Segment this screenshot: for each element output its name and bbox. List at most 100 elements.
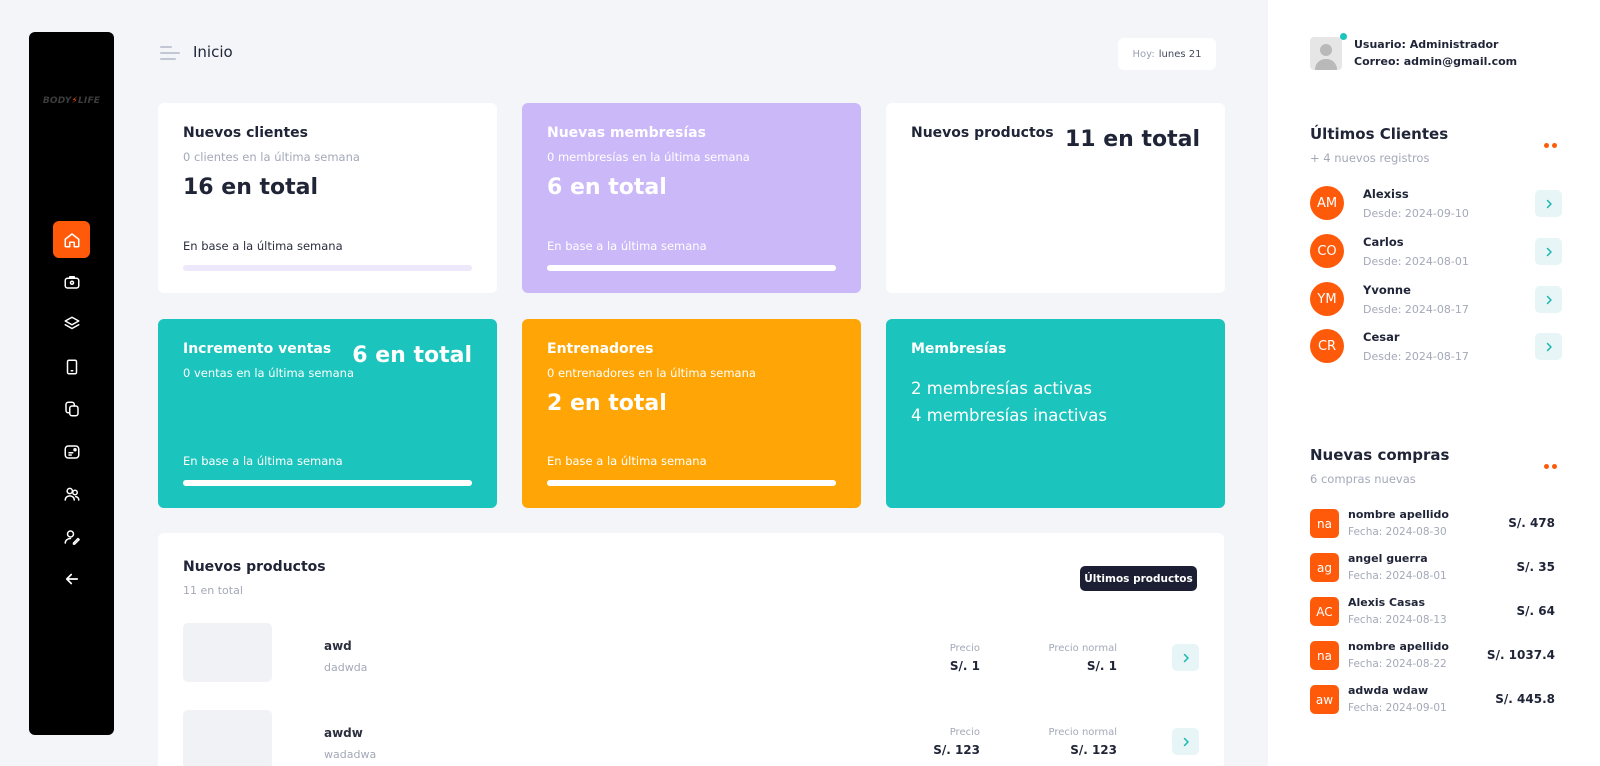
purchase-date: Fecha: 2024-09-01: [1348, 702, 1447, 714]
card-nuevos-clientes: Nuevos clientes 0 clientes en la última …: [158, 103, 497, 293]
today-value: lunes 21: [1158, 48, 1202, 60]
product-description: dadwda: [324, 661, 368, 674]
arrow-left-icon: [65, 573, 78, 584]
client-open-button[interactable]: [1535, 286, 1562, 313]
progress-fill: [547, 265, 836, 271]
product-open-button[interactable]: [1172, 728, 1199, 755]
product-row: awdw wadadwa Precio S/. 123 Precio norma…: [183, 710, 1199, 766]
users-icon: [64, 487, 79, 501]
clients-subtitle: + 4 nuevos registros: [1310, 151, 1430, 165]
user-placeholder-icon: [1315, 44, 1337, 70]
card-total: 6 en total: [352, 343, 472, 368]
client-name: Carlos: [1363, 235, 1404, 249]
clients-title: Últimos Clientes: [1310, 125, 1449, 143]
purchase-amount: S/. 35: [1516, 560, 1555, 574]
card-progress-bar: [547, 265, 836, 271]
client-avatar: CR: [1310, 329, 1344, 363]
card-nuevos-productos: Nuevos productos 11 en total: [886, 103, 1225, 293]
client-open-button[interactable]: [1535, 190, 1562, 217]
right-panel: Usuario: Administrador Correo: admin@gma…: [1268, 0, 1600, 766]
purchase-avatar: na: [1310, 641, 1339, 670]
briefcase-icon: [64, 275, 79, 289]
clients-more-icon[interactable]: [1544, 143, 1557, 148]
client-avatar: CO: [1310, 234, 1344, 268]
product-open-button[interactable]: [1172, 644, 1199, 671]
purchase-item: AC Alexis Casas Fecha: 2024-08-13 S/. 64: [1310, 596, 1555, 633]
chevron-right-icon: [1183, 737, 1189, 746]
user-name: Usuario: Administrador: [1354, 38, 1499, 51]
purchase-name: Alexis Casas: [1348, 596, 1425, 609]
client-item: YM Yvonne Desde: 2024-08-17: [1310, 282, 1562, 322]
client-open-button[interactable]: [1535, 238, 1562, 265]
card-incremento-ventas: Incremento ventas 0 ventas en la última …: [158, 319, 497, 508]
purchase-item: na nombre apellido Fecha: 2024-08-22 S/.…: [1310, 640, 1555, 677]
client-avatar: YM: [1310, 282, 1344, 316]
card-title: Membresías: [911, 341, 1007, 357]
card-total: 16 en total: [183, 175, 319, 200]
product-image: [183, 623, 272, 682]
nav-mobile[interactable]: [53, 348, 90, 385]
card-footnote: En base a la última semana: [547, 239, 707, 253]
nav-user-edit[interactable]: [53, 518, 90, 555]
card-subtitle: 0 clientes en la última semana: [183, 150, 360, 164]
products-title: Nuevos productos: [183, 559, 326, 575]
today-label: Hoy:: [1132, 48, 1155, 60]
card-progress-bar: [547, 480, 836, 486]
memberships-inactive: 4 membresías inactivas: [911, 406, 1107, 425]
client-name: Yvonne: [1363, 283, 1411, 297]
nav-copy[interactable]: [53, 390, 90, 427]
purchase-avatar: na: [1310, 509, 1339, 538]
purchase-amount: S/. 1037.4: [1486, 648, 1555, 662]
latest-products-button[interactable]: Últimos productos: [1080, 566, 1197, 591]
nav-briefcase[interactable]: [53, 263, 90, 300]
copy-icon: [64, 401, 79, 416]
product-image: [183, 710, 272, 766]
nav-badge[interactable]: [53, 433, 90, 470]
client-name: Alexiss: [1363, 187, 1409, 201]
normal-price-label: Precio normal: [1048, 643, 1117, 654]
card-title: Entrenadores: [547, 341, 654, 357]
purchases-more-icon[interactable]: [1544, 464, 1557, 469]
client-item: CO Carlos Desde: 2024-08-01: [1310, 234, 1562, 274]
purchase-amount: S/. 64: [1516, 604, 1555, 618]
nav-layers[interactable]: [53, 305, 90, 342]
page-title: Inicio: [193, 43, 233, 61]
client-open-button[interactable]: [1535, 333, 1562, 360]
purchase-item: ag angel guerra Fecha: 2024-08-01 S/. 35: [1310, 552, 1555, 589]
purchase-amount: S/. 478: [1508, 516, 1555, 530]
purchase-date: Fecha: 2024-08-13: [1348, 614, 1447, 626]
card-subtitle: 0 ventas en la última semana: [183, 366, 355, 380]
chevron-right-icon: [1546, 247, 1552, 256]
purchase-avatar: ag: [1310, 553, 1339, 582]
nav-users[interactable]: [53, 475, 90, 512]
purchase-item: na nombre apellido Fecha: 2024-08-30 S/.…: [1310, 508, 1555, 545]
nav-home[interactable]: [53, 221, 90, 258]
price-label: Precio: [949, 643, 980, 654]
home-icon: [64, 232, 79, 247]
chevron-right-icon: [1546, 342, 1552, 351]
purchase-name: nombre apellido: [1348, 640, 1449, 653]
client-item: CR Cesar Desde: 2024-08-17: [1310, 329, 1562, 369]
products-subtitle: 11 en total: [183, 584, 243, 597]
purchase-amount: S/. 445.8: [1495, 692, 1555, 706]
card-subtitle: 0 membresías en la última semana: [547, 150, 750, 164]
card-footnote: En base a la última semana: [183, 454, 343, 468]
user-avatar[interactable]: [1310, 37, 1342, 70]
product-name: awd: [324, 639, 352, 653]
client-date: Desde: 2024-08-17: [1363, 303, 1469, 316]
card-total: 6 en total: [547, 175, 667, 200]
chevron-right-icon: [1183, 653, 1189, 662]
product-name: awdw: [324, 726, 363, 740]
purchase-date: Fecha: 2024-08-01: [1348, 570, 1447, 582]
purchase-item: aw adwda wdaw Fecha: 2024-09-01 S/. 445.…: [1310, 684, 1555, 721]
card-total: 11 en total: [1064, 127, 1200, 152]
card-subtitle: 0 entrenadores en la última semana: [547, 366, 756, 380]
memberships-active: 2 membresías activas: [911, 379, 1092, 398]
card-entrenadores: Entrenadores 0 entrenadores en la última…: [522, 319, 861, 508]
products-panel: Nuevos productos 11 en total Últimos pro…: [158, 533, 1224, 766]
client-name: Cesar: [1363, 330, 1400, 344]
card-footnote: En base a la última semana: [547, 454, 707, 468]
purchases-subtitle: 6 compras nuevas: [1310, 472, 1416, 486]
nav-back[interactable]: [53, 560, 90, 597]
menu-toggle-icon[interactable]: [160, 46, 180, 60]
